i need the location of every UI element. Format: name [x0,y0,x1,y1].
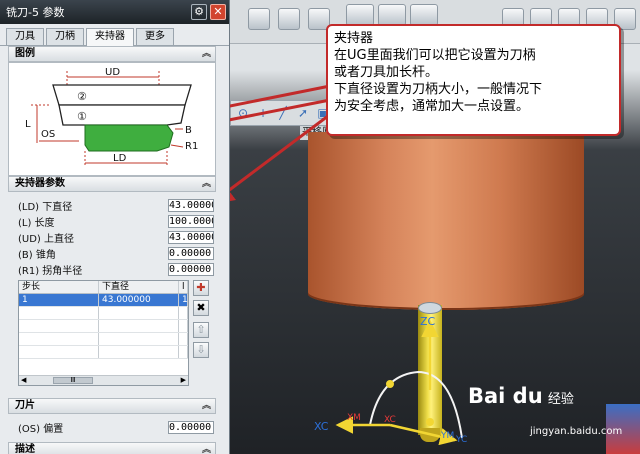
chevron-up-icon: ︽ [201,179,211,189]
column-header[interactable]: l [179,281,188,293]
callout-line: 夹持器 [334,31,374,46]
param-label: (LD) 下直径 [18,202,73,213]
tab-more[interactable]: 更多 [136,28,174,45]
param-upper-diameter: (UD) 上直径 43.00000 [18,230,214,245]
plus-icon[interactable]: + [255,105,271,121]
lower-diameter-input[interactable]: 43.00000 [168,199,214,212]
dialog-titlebar: 铣刀-5 参数 ⚙ ✕ [0,0,229,24]
tool-shank [418,305,442,435]
column-header[interactable]: 步长 [19,281,99,293]
group-title: 描述 [15,444,35,454]
param-offset: (OS) 偏置 0.00000 [18,420,214,435]
step-table: 步长 下直径 l 1 43.000000 1 ◀ Ⅲ ▶ [18,280,189,386]
tab-shank[interactable]: 刀柄 [46,28,84,45]
table-row-empty[interactable] [19,307,188,320]
move-up-icon[interactable]: ⇧ [193,322,209,338]
table-row-empty[interactable] [19,320,188,333]
holder-diagram-svg: UD ② ① L OS B R1 LD [25,67,198,167]
table-cell: 1 [19,294,99,306]
group-header-insert[interactable]: 刀片 ︽ [8,398,216,414]
delete-row-icon[interactable]: ✖ [193,300,209,316]
group-header-legend[interactable]: 图例 ︽ [8,46,216,62]
taper-angle-input[interactable]: 0.00000 [168,247,214,260]
toolbar-icon[interactable] [248,8,270,30]
table-hscroll[interactable]: ◀ Ⅲ ▶ [19,375,188,385]
length-input[interactable]: 100.0000 [168,215,214,228]
tab-holder[interactable]: 夹持器 [86,28,134,46]
close-icon[interactable]: ✕ [210,4,226,20]
table-cell: 43.000000 [99,294,179,306]
group-title: 刀片 [15,400,35,411]
scroll-right-icon[interactable]: ▶ [181,376,186,385]
callout-line: 下直径设置为刀柄大小，一般情况下 [334,82,543,97]
table-row-empty[interactable] [19,346,188,359]
tab-tool[interactable]: 刀具 [6,28,44,45]
group-header-holder-params[interactable]: 夹持器参数 ︽ [8,176,216,192]
label-r1: R1 [185,141,198,152]
add-row-icon[interactable]: ✚ [193,280,209,296]
label-os: OS [41,129,55,140]
watermark-url: jingyan.baidu.com [530,426,623,437]
select-arrow-icon[interactable] [346,4,374,26]
chevron-up-icon: ︽ [201,401,211,411]
scroll-left-icon[interactable]: ◀ [21,376,26,385]
tab-bar: 刀具 刀柄 夹持器 更多 [0,28,229,46]
param-lower-diameter: (LD) 下直径 43.00000 [18,198,214,213]
move-down-icon[interactable]: ⇩ [193,342,209,358]
dialog-title: 铣刀-5 参数 [6,6,65,19]
param-label: (L) 长度 [18,218,55,229]
group-header-description[interactable]: 描述 ︽ [8,442,216,454]
select-arrow-icon[interactable] [378,4,406,26]
flag-icon[interactable] [410,4,438,26]
label-b: B [185,125,192,136]
line-icon[interactable]: ╱ [275,105,291,121]
param-label: (B) 锥角 [18,250,56,261]
corner-radius-input[interactable]: 0.00000 [168,263,214,276]
callout-line: 为安全考虑，通常加大一点设置。 [334,99,530,114]
scroll-thumb[interactable]: Ⅲ [53,377,93,384]
param-label: (OS) 偏置 [18,424,64,435]
shank-top [418,302,442,314]
tool-tip [420,428,440,442]
table-row[interactable]: 1 43.000000 1 [19,294,188,307]
holder-cylinder [308,132,584,310]
annotation-callout: 夹持器 在UG里面我们可以把它设置为刀柄 或者刀具加长杆。 下直径设置为刀柄大小… [326,24,621,136]
label-2: ② [77,90,87,103]
label-ld: LD [113,153,127,164]
table-row-empty[interactable] [19,333,188,346]
param-label: (UD) 上直径 [18,234,75,245]
upper-diameter-input[interactable]: 43.00000 [168,231,214,244]
target-icon[interactable]: ⊙ [235,105,251,121]
tool-parameters-dialog: 铣刀-5 参数 ⚙ ✕ 刀具 刀柄 夹持器 更多 图例 ︽ UD ② ① L O… [0,0,230,454]
toolbar-icon[interactable] [278,8,300,30]
table-cell: 1 [179,294,188,306]
param-corner-radius: (R1) 拐角半径 0.00000 [18,262,214,277]
watermark-brand: 经验 [547,392,574,407]
callout-line: 或者刀具加长杆。 [334,65,439,80]
label-1: ① [77,110,87,123]
param-label: (R1) 拐角半径 [18,266,83,277]
watermark-logo: Bai du [468,384,543,408]
callout-line: 在UG里面我们可以把它设置为刀柄 [334,48,536,63]
watermark: Bai du 经验 [468,384,574,408]
group-title: 夹持器参数 [15,178,65,189]
chevron-up-icon: ︽ [201,445,211,454]
chevron-up-icon: ︽ [201,49,211,59]
label-l: L [25,119,31,130]
group-title: 图例 [15,48,35,59]
table-header: 步长 下直径 l [19,281,188,294]
holder-diagram: UD ② ① L OS B R1 LD [8,62,216,176]
gear-icon[interactable]: ⚙ [191,4,207,20]
column-header[interactable]: 下直径 [99,281,179,293]
label-ud: UD [105,67,120,78]
offset-input[interactable]: 0.00000 [168,421,214,434]
param-length: (L) 长度 100.0000 [18,214,214,229]
cursor-icon[interactable]: ➚ [295,105,311,121]
param-taper-angle: (B) 锥角 0.00000 [18,246,214,261]
